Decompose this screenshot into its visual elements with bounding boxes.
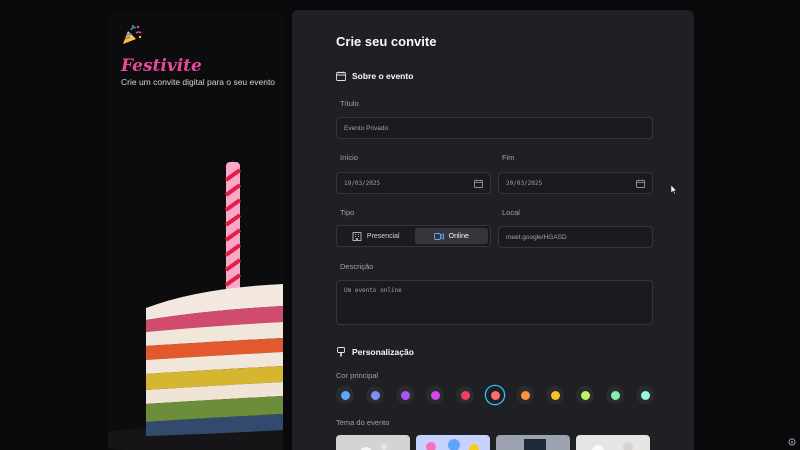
color-swatch[interactable] xyxy=(396,386,414,404)
sidebar: Festivite Crie um convite digital para o… xyxy=(108,10,283,450)
color-swatch-dot xyxy=(550,390,560,400)
theme-thumbnail[interactable] xyxy=(416,435,490,450)
color-swatch[interactable] xyxy=(426,386,444,404)
color-swatch-dot xyxy=(430,390,440,400)
page-title: Crie seu convite xyxy=(336,34,437,49)
theme-thumbnail[interactable] xyxy=(576,435,650,450)
custom-section-title: Personalização xyxy=(352,347,414,357)
start-date-value: 19/03/2025 xyxy=(344,179,381,187)
video-camera-icon xyxy=(433,232,444,240)
color-label: Cor principal xyxy=(336,371,379,380)
color-swatch-dot xyxy=(460,390,470,400)
color-swatch-dot xyxy=(580,390,590,400)
invite-form-panel: Crie seu convite Sobre o evento Título E… xyxy=(292,10,694,450)
brand-tagline: Crie um convite digital para o seu event… xyxy=(121,77,276,87)
theme-thumbnail[interactable] xyxy=(336,435,410,450)
party-popper-icon xyxy=(123,25,142,44)
color-swatch[interactable] xyxy=(366,386,384,404)
color-swatch-dot xyxy=(520,390,530,400)
about-section-header: Sobre o evento xyxy=(336,71,413,81)
color-swatch-dot xyxy=(340,390,350,400)
color-swatch[interactable] xyxy=(606,386,624,404)
color-swatch[interactable] xyxy=(576,386,594,404)
color-swatch[interactable] xyxy=(336,386,354,404)
start-date-input[interactable]: 19/03/2025 xyxy=(336,172,491,194)
building-icon xyxy=(352,231,362,241)
type-option-presencial[interactable]: Presencial xyxy=(339,228,413,244)
end-date-input[interactable]: 20/03/2025 xyxy=(498,172,653,194)
end-date-value: 20/03/2025 xyxy=(506,179,543,187)
type-option-online[interactable]: Online xyxy=(414,228,488,244)
title-label: Título xyxy=(340,99,359,108)
title-input[interactable]: Evento Privado xyxy=(336,117,653,139)
type-label: Tipo xyxy=(340,208,355,217)
title-input-value: Evento Privado xyxy=(344,124,389,132)
mouse-cursor-icon xyxy=(671,185,677,195)
color-swatch-dot xyxy=(610,390,620,400)
description-textarea[interactable]: Um evento online xyxy=(336,280,653,325)
location-input-value: meet.google/HGASD xyxy=(506,233,567,241)
calendar-icon xyxy=(336,71,346,81)
about-section-title: Sobre o evento xyxy=(352,71,414,81)
color-swatch[interactable] xyxy=(636,386,654,404)
location-input[interactable]: meet.google/HGASD xyxy=(498,226,653,248)
brand-name: Festivite xyxy=(121,56,202,76)
color-swatch-dot xyxy=(640,390,650,400)
type-option-label: Presencial xyxy=(366,232,400,240)
calendar-icon[interactable] xyxy=(474,178,483,188)
color-swatch[interactable] xyxy=(486,386,504,404)
color-swatch-dot xyxy=(400,390,410,400)
description-label: Descrição xyxy=(340,262,374,271)
color-swatch[interactable] xyxy=(546,386,564,404)
birthday-cake-image xyxy=(108,160,283,450)
type-option-label: Online xyxy=(448,232,469,240)
custom-section-header: Personalização xyxy=(336,347,414,357)
settings-icon[interactable] xyxy=(788,438,796,446)
start-label: Início xyxy=(340,153,358,162)
color-swatches xyxy=(336,386,654,404)
theme-thumbnail[interactable] xyxy=(496,435,570,450)
theme-label: Tema do evento xyxy=(336,418,390,427)
paintbrush-icon xyxy=(337,347,345,357)
color-swatch[interactable] xyxy=(456,386,474,404)
color-swatch-dot xyxy=(490,390,500,400)
calendar-icon[interactable] xyxy=(636,178,645,188)
event-type-toggle: Presencial Online xyxy=(336,225,491,247)
color-swatch-dot xyxy=(370,390,380,400)
location-label: Local xyxy=(502,208,520,217)
end-label: Fim xyxy=(502,153,515,162)
theme-options xyxy=(336,435,650,450)
color-swatch[interactable] xyxy=(516,386,534,404)
